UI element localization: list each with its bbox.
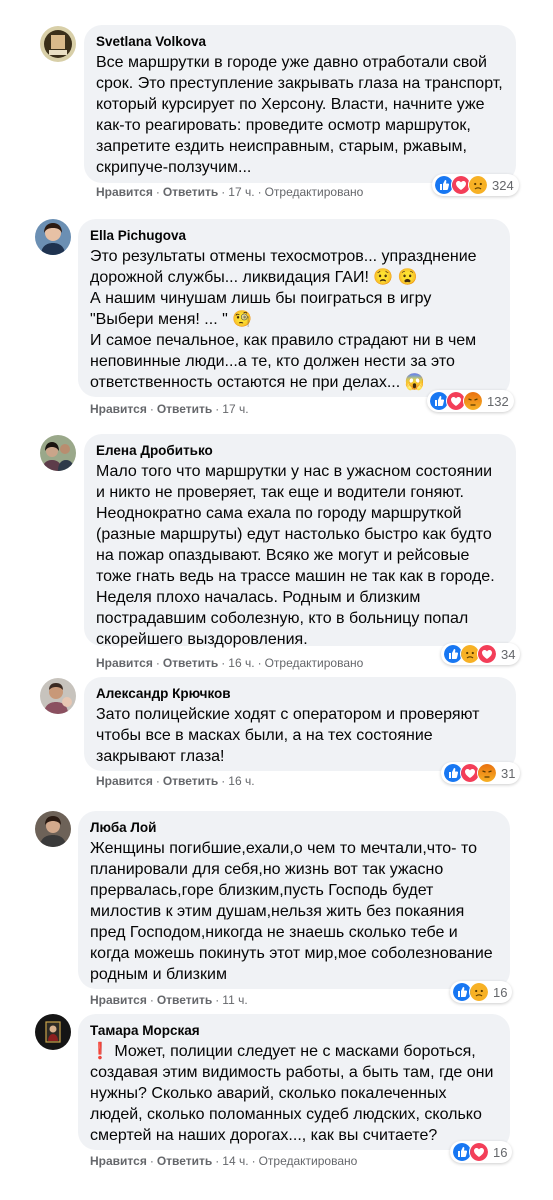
reactions-summary[interactable]: 16 — [450, 1141, 513, 1163]
comment-actions: Нравится · Ответить · 17 ч. · Отредактировано — [96, 185, 364, 199]
comment-time[interactable]: 11 ч. — [222, 993, 247, 1007]
comment-bubble: Тамара Морская ❗ Может, полиции следует … — [78, 1014, 510, 1150]
sad-icon — [468, 175, 488, 195]
comment-bubble: Александр Крючков Зато полицейские ходят… — [84, 677, 516, 771]
comment-time[interactable]: 14 ч. — [222, 1154, 248, 1168]
like-button[interactable]: Нравится — [96, 656, 153, 670]
comment-actions: Нравится · Ответить · 17 ч. — [90, 402, 249, 416]
avatar[interactable] — [35, 219, 71, 255]
comment-text: ❗ Может, полиции следует не с масками бо… — [90, 1043, 494, 1144]
reactions-summary[interactable]: 132 — [427, 390, 514, 412]
avatar[interactable] — [40, 26, 76, 62]
like-button[interactable]: Нравится — [90, 1154, 147, 1168]
comment-author[interactable]: Svetlana Volkova — [96, 33, 504, 51]
comment-bubble: Люба Лой Женщины погибшие,ехали,о чем то… — [78, 811, 510, 989]
comment-time[interactable]: 17 ч. — [228, 185, 254, 199]
angry-icon — [463, 391, 483, 411]
comment-time[interactable]: 17 ч. — [222, 402, 248, 416]
like-button[interactable]: Нравится — [96, 774, 153, 788]
like-button[interactable]: Нравится — [96, 185, 153, 199]
comment-time[interactable]: 16 ч. — [228, 656, 254, 670]
like-button[interactable]: Нравится — [90, 993, 147, 1007]
edited-label: Отредактировано — [264, 656, 364, 670]
comment-author[interactable]: Елена Дробитько — [96, 442, 504, 460]
reaction-count: 34 — [501, 646, 516, 662]
avatar[interactable] — [40, 435, 76, 471]
reaction-count: 31 — [501, 765, 516, 781]
comment-text: Все маршрутки в городе уже давно отработ… — [96, 54, 503, 176]
avatar[interactable] — [40, 678, 76, 714]
love-icon — [469, 1142, 489, 1162]
comment-time[interactable]: 16 ч. — [228, 774, 254, 788]
reaction-count: 132 — [487, 393, 509, 409]
reactions-summary[interactable]: 34 — [441, 643, 521, 665]
avatar[interactable] — [35, 1014, 71, 1050]
comment-actions: Нравится · Ответить · 11 ч. — [90, 993, 248, 1007]
comment-author[interactable]: Тамара Морская — [90, 1022, 498, 1040]
comment-author[interactable]: Александр Крючков — [96, 685, 504, 703]
reactions-summary[interactable]: 324 — [432, 174, 519, 196]
angry-icon — [477, 763, 497, 783]
reply-button[interactable]: Ответить — [157, 402, 212, 416]
comment-bubble: Ella Pichugova Это результаты отмены тех… — [78, 219, 510, 397]
edited-label: Отредактировано — [264, 185, 364, 199]
reactions-summary[interactable]: 31 — [441, 762, 521, 784]
comment-text: Женщины погибшие,ехали,о чем то мечтали,… — [90, 840, 493, 983]
comment-actions: Нравится · Ответить · 14 ч. · Отредактировано — [90, 1154, 358, 1168]
comment-author[interactable]: Ella Pichugova — [90, 227, 498, 245]
reply-button[interactable]: Ответить — [163, 774, 218, 788]
reactions-summary[interactable]: 16 — [450, 981, 513, 1003]
reply-button[interactable]: Ответить — [163, 185, 218, 199]
avatar[interactable] — [35, 811, 71, 847]
reaction-count: 16 — [493, 984, 508, 1000]
comment-text: Мало того что маршрутки у нас в ужасном … — [96, 463, 495, 648]
sad-icon — [469, 982, 489, 1002]
reply-button[interactable]: Ответить — [163, 656, 218, 670]
comment-text: Зато полицейские ходят с оператором и пр… — [96, 706, 480, 765]
comment-actions: Нравится · Ответить · 16 ч. — [96, 774, 255, 788]
comment-actions: Нравится · Ответить · 16 ч. · Отредактировано — [96, 656, 364, 670]
reply-button[interactable]: Ответить — [157, 993, 212, 1007]
reply-button[interactable]: Ответить — [157, 1154, 212, 1168]
comment-author[interactable]: Люба Лой — [90, 819, 498, 837]
like-button[interactable]: Нравится — [90, 402, 147, 416]
comment-text: Это результаты отмены техосмотров... упр… — [90, 248, 477, 391]
comment-bubble: Елена Дробитько Мало того что маршрутки … — [84, 434, 516, 648]
comment-bubble: Svetlana Volkova Все маршрутки в городе … — [84, 25, 516, 183]
edited-label: Отредактировано — [258, 1154, 358, 1168]
love-icon — [477, 644, 497, 664]
reaction-count: 324 — [492, 177, 514, 193]
reaction-count: 16 — [493, 1144, 508, 1160]
